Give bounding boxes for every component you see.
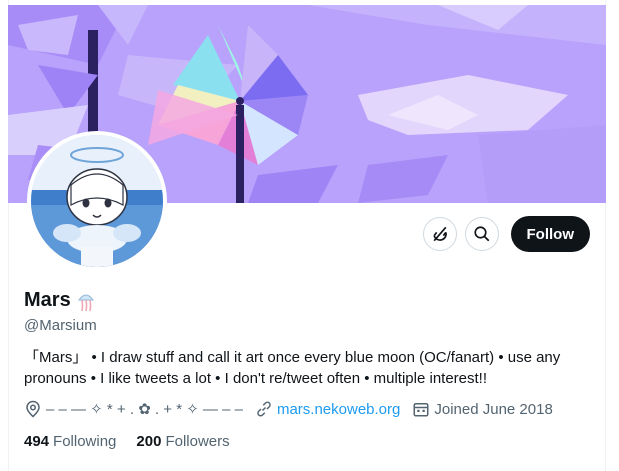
followers-count: 200 xyxy=(136,433,162,450)
profile-name: Mars xyxy=(24,289,71,311)
avatar[interactable] xyxy=(31,135,163,267)
profile-name-row: Mars xyxy=(24,289,95,312)
profile-location: – – — ✧ * + . ✿ . + * ✧ — – – xyxy=(24,400,243,418)
profile-joined: Joined June 2018 xyxy=(412,400,553,418)
profile-bio: 「Mars」 • I draw stuff and call it art on… xyxy=(24,349,561,387)
search-button[interactable] xyxy=(464,217,499,251)
profile-actions: Follow xyxy=(422,216,590,252)
following-stat[interactable]: 494 Following xyxy=(24,433,116,450)
joined-text: Joined June 2018 xyxy=(434,400,553,418)
search-icon xyxy=(473,226,489,242)
notifications-off-icon xyxy=(432,226,447,242)
location-text: – – — ✧ * + . ✿ . + * ✧ — – – xyxy=(46,401,243,418)
follow-button[interactable]: Follow xyxy=(510,216,590,252)
notifications-off-button[interactable] xyxy=(422,217,457,251)
calendar-icon xyxy=(413,403,429,417)
profile-stats: 494 Following 200 Followers xyxy=(24,433,230,450)
location-pin-icon xyxy=(26,400,40,418)
following-count: 494 xyxy=(24,433,50,450)
followers-label: Followers xyxy=(165,433,230,450)
profile-avatar-frame[interactable] xyxy=(27,131,167,271)
jellyfish-emoji-icon xyxy=(77,294,94,311)
profile-handle: @Marsium xyxy=(24,317,97,334)
profile-meta: – – — ✧ * + . ✿ . + * ✧ — – – mars.nekow… xyxy=(24,400,565,418)
website-link[interactable]: mars.nekoweb.org xyxy=(277,401,400,418)
followers-stat[interactable]: 200 Followers xyxy=(136,433,229,450)
following-label: Following xyxy=(53,433,117,450)
link-icon xyxy=(257,401,271,417)
profile-website[interactable]: mars.nekoweb.org xyxy=(255,400,400,418)
